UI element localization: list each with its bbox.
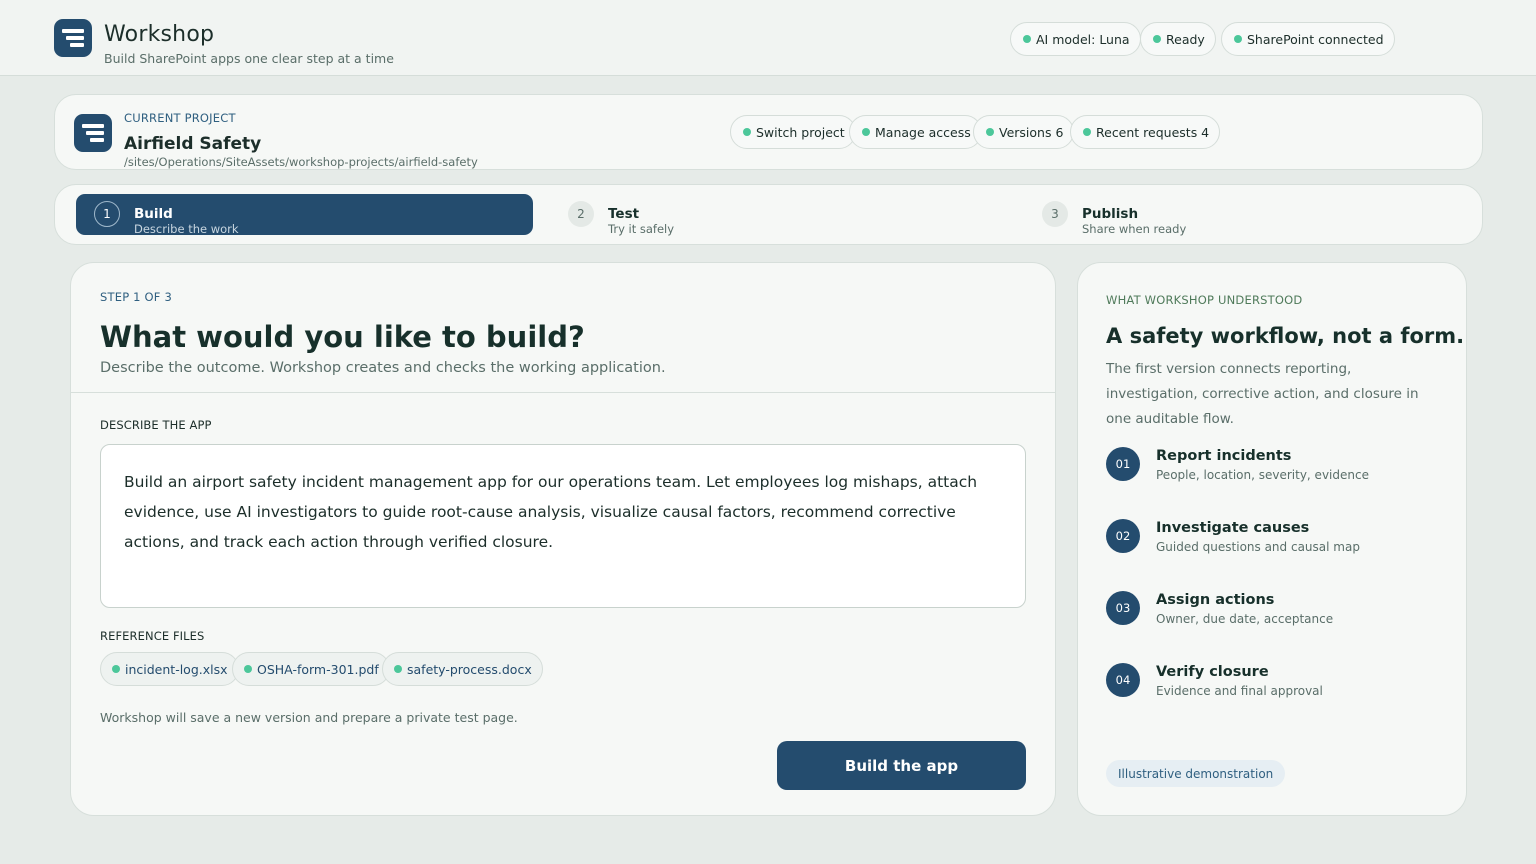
workshop-logo-icon: [54, 19, 92, 57]
step-3-subtitle: Share when ready: [1082, 222, 1187, 236]
status-dot-icon: [1023, 35, 1031, 43]
ready-status-pill: Ready: [1140, 22, 1216, 56]
page-title: What would you like to build?: [100, 320, 585, 354]
switch-project-label: Switch project: [756, 124, 845, 140]
file-chip-label: OSHA-form-301.pdf: [257, 661, 379, 677]
file-dot-icon: [394, 665, 402, 673]
save-note: Workshop will save a new version and pre…: [100, 710, 518, 725]
item-number-badge: 02: [1106, 519, 1140, 553]
step-1-number: 1: [94, 201, 120, 227]
status-dot-icon: [1234, 35, 1242, 43]
page-lead: Describe the outcome. Workshop creates a…: [100, 360, 666, 376]
step-3-title: Publish: [1082, 206, 1139, 222]
project-path: /sites/Operations/SiteAssets/workshop-pr…: [124, 155, 478, 169]
item-subtitle: Guided questions and causal map: [1156, 540, 1360, 554]
step-1-title: Build: [134, 206, 173, 222]
step-1-subtitle: Describe the work: [134, 222, 239, 236]
sharepoint-status-pill: SharePoint connected: [1221, 22, 1395, 56]
project-name: Airfield Safety: [124, 134, 262, 154]
model-status-label: AI model: Luna: [1036, 31, 1130, 47]
status-dot-icon: [1153, 35, 1161, 43]
manage-access-button[interactable]: Manage access: [849, 115, 982, 149]
step-2-subtitle: Try it safely: [608, 222, 675, 236]
step-eyebrow: STEP 1 OF 3: [100, 290, 172, 304]
status-dot-icon: [986, 128, 994, 136]
file-chip[interactable]: incident-log.xlsx: [100, 652, 239, 686]
switch-project-button[interactable]: Switch project: [730, 115, 856, 149]
app-title: Workshop: [104, 22, 215, 47]
file-chip[interactable]: OSHA-form-301.pdf: [232, 652, 390, 686]
item-title: Verify closure: [1156, 664, 1269, 680]
build-app-button[interactable]: Build the app: [777, 741, 1026, 790]
item-title: Assign actions: [1156, 592, 1275, 608]
app-subtitle: Build SharePoint apps one clear step at …: [104, 51, 394, 66]
versions-label: Versions 6: [999, 124, 1064, 140]
recent-requests-label: Recent requests 4: [1096, 124, 1210, 140]
item-number-badge: 01: [1106, 447, 1140, 481]
ready-status-label: Ready: [1166, 31, 1205, 47]
app-description-input[interactable]: Build an airport safety incident managem…: [100, 444, 1026, 608]
step-3-number: 3: [1042, 201, 1068, 227]
file-dot-icon: [244, 665, 252, 673]
versions-button[interactable]: Versions 6: [973, 115, 1075, 149]
item-subtitle: Owner, due date, acceptance: [1156, 612, 1334, 626]
manage-access-label: Manage access: [875, 124, 971, 140]
item-title: Investigate causes: [1156, 520, 1310, 536]
side-title: A safety workflow, not a form.: [1106, 324, 1465, 348]
item-subtitle: Evidence and final approval: [1156, 684, 1323, 698]
file-chip-label: safety-process.docx: [407, 661, 532, 677]
file-chip-label: incident-log.xlsx: [125, 661, 228, 677]
project-logo-icon: [74, 114, 112, 152]
side-eyebrow: WHAT WORKSHOP UNDERSTOOD: [1106, 293, 1303, 307]
file-dot-icon: [112, 665, 120, 673]
reference-files-label: REFERENCE FILES: [100, 629, 205, 643]
describe-label: DESCRIBE THE APP: [100, 418, 212, 432]
sharepoint-status-label: SharePoint connected: [1247, 31, 1384, 47]
side-lead: The first version connects reporting, in…: [1106, 361, 1419, 427]
status-dot-icon: [743, 128, 751, 136]
demo-tag: Illustrative demonstration: [1106, 760, 1286, 787]
item-title: Report incidents: [1156, 448, 1292, 464]
divider: [71, 392, 1055, 393]
model-status-pill[interactable]: AI model: Luna: [1010, 22, 1141, 56]
status-dot-icon: [1083, 128, 1091, 136]
item-number-badge: 03: [1106, 591, 1140, 625]
file-chip[interactable]: safety-process.docx: [382, 652, 543, 686]
step-2-number: 2: [568, 201, 594, 227]
item-number-badge: 04: [1106, 663, 1140, 697]
step-2-title: Test: [608, 206, 640, 222]
item-subtitle: People, location, severity, evidence: [1156, 468, 1369, 482]
project-label: CURRENT PROJECT: [124, 111, 236, 125]
status-dot-icon: [862, 128, 870, 136]
recent-requests-button[interactable]: Recent requests 4: [1070, 115, 1221, 149]
